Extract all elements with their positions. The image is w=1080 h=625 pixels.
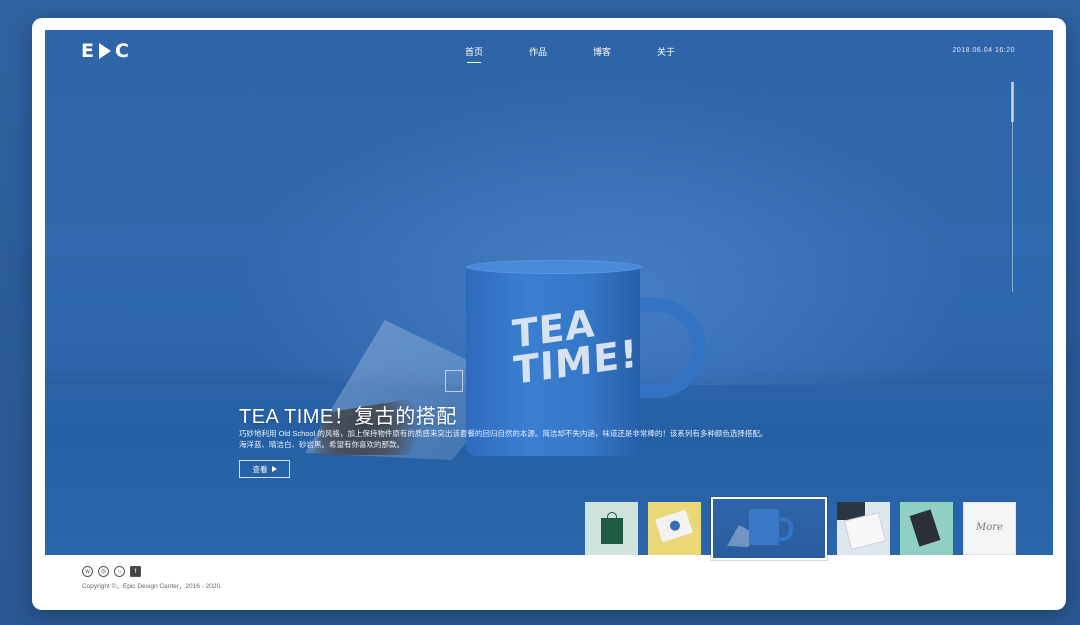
view-button[interactable]: 查看 — [239, 460, 290, 478]
view-button-label: 查看 — [252, 464, 268, 474]
nav-home[interactable]: 首页 — [442, 45, 506, 63]
mug-image: TEA TIME! — [466, 260, 706, 456]
scroll-indicator-thumb[interactable] — [1011, 82, 1014, 122]
epc-logo[interactable]: E C — [81, 40, 130, 62]
copyright-text: Copyright ©，Epic Design Center，2016 - 20… — [82, 583, 222, 590]
nav-blog[interactable]: 博客 — [570, 45, 634, 63]
hero-banner: E C 首页 作品 博客 关于 2018.06.04 16:20 TEA TIM… — [45, 30, 1053, 555]
more-label: More — [976, 522, 1003, 533]
thumbnail-book[interactable] — [900, 502, 953, 555]
mug-rim — [466, 260, 642, 274]
mug-print-text: TEA TIME! — [511, 299, 639, 393]
nav-works[interactable]: 作品 — [506, 45, 570, 63]
thumbnail-tea-time-selected[interactable] — [711, 497, 827, 560]
weibo-icon[interactable]: w — [82, 566, 93, 577]
logo-letter-c: C — [114, 40, 130, 62]
thumbnail-brochure[interactable] — [837, 502, 890, 555]
vertical-scroll-indicator[interactable] — [1011, 82, 1014, 292]
logo-letter-e: E — [81, 40, 95, 62]
notepad-icon — [655, 509, 693, 543]
thumbnail-shopping-bag[interactable] — [585, 502, 638, 555]
thumbnail-notepad[interactable] — [648, 502, 701, 555]
facebook-icon[interactable]: f — [130, 566, 141, 577]
hero-description: 巧妙地利用 Old School 的风格，加上保持物件原有的质感来突出该套餐的回… — [239, 429, 768, 449]
dribbble-icon[interactable]: ◎ — [98, 566, 109, 577]
nav-about[interactable]: 关于 — [634, 45, 698, 63]
play-triangle-icon — [98, 43, 111, 59]
thumbnail-more[interactable]: More — [963, 502, 1016, 555]
hero-headline: TEA TIME！复古的搭配 — [239, 406, 457, 428]
datetime-label: 2018.06.04 16:20 — [952, 47, 1015, 54]
social-links: w ◎ ○ f — [82, 566, 141, 577]
mug-icon — [749, 509, 793, 545]
shopping-bag-icon — [601, 512, 623, 544]
book-icon — [909, 509, 941, 547]
instagram-icon[interactable]: ○ — [114, 566, 125, 577]
main-nav: 首页 作品 博客 关于 — [442, 45, 698, 63]
play-icon — [271, 466, 277, 472]
app-window: E C 首页 作品 博客 关于 2018.06.04 16:20 TEA TIM… — [32, 18, 1066, 610]
teabag-tag — [445, 370, 463, 392]
